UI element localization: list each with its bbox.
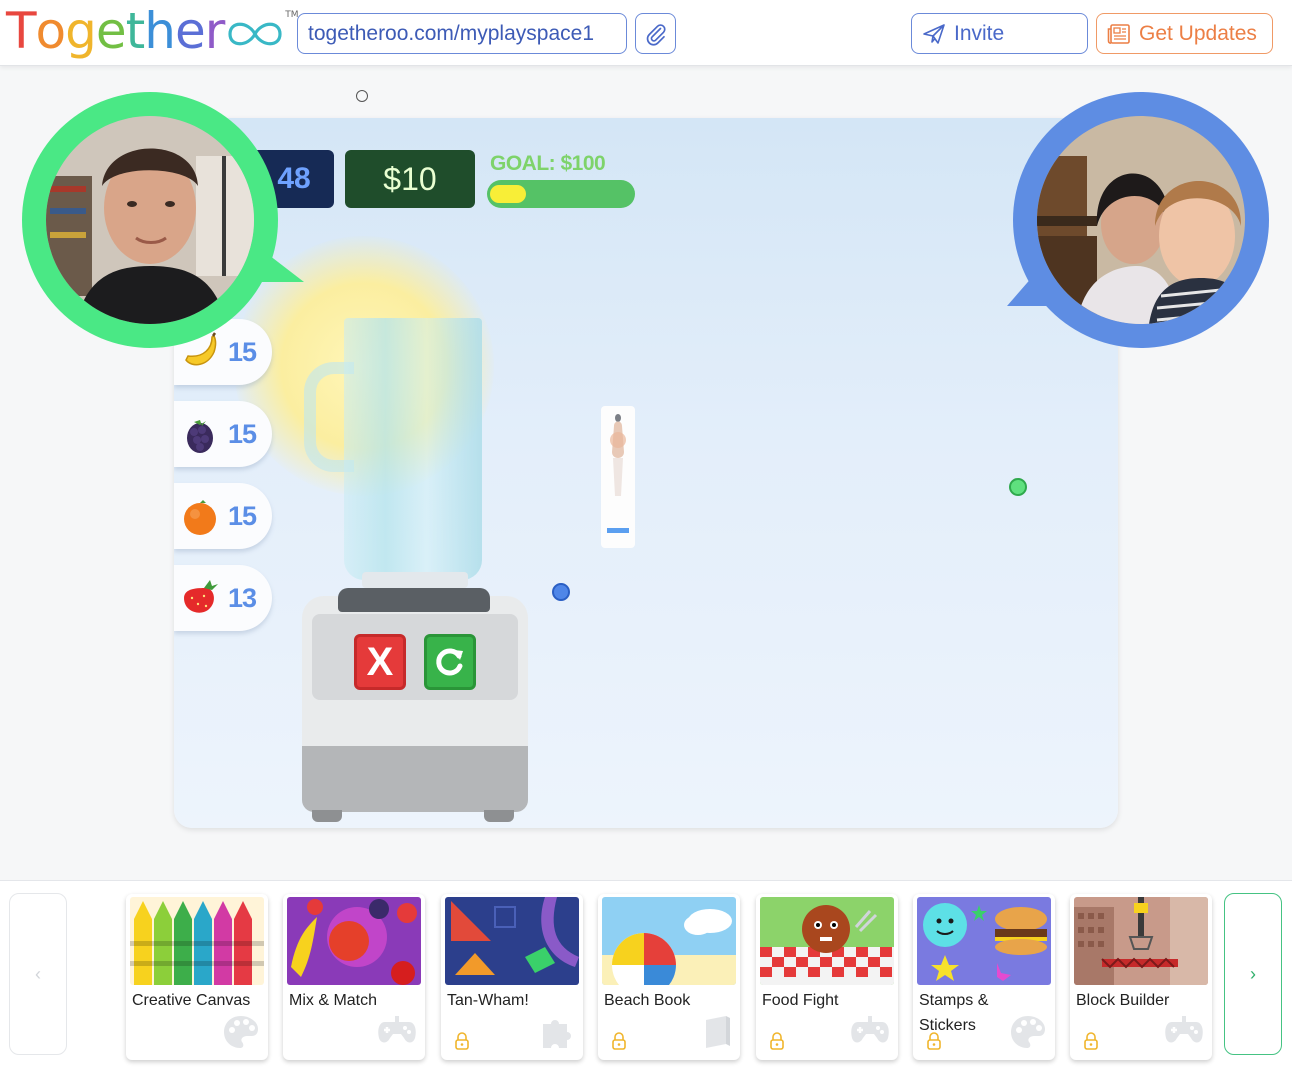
game-card-food-fight[interactable]: Food Fight <box>756 894 898 1060</box>
remote-video-bubble[interactable] <box>1007 92 1269 348</box>
palette-icon <box>222 1014 260 1055</box>
top-bar: T o g e t h e r TM togetheroo.com/myplay… <box>0 0 1292 66</box>
logo-letter: e <box>174 2 206 60</box>
fruit-bin-orange[interactable]: 15 <box>174 483 272 549</box>
orange-count: 15 <box>228 500 257 531</box>
game-thumbnail <box>130 897 264 985</box>
logo-letter: r <box>204 2 226 60</box>
copy-link-button[interactable] <box>635 13 676 54</box>
lock-icon <box>927 1032 941 1055</box>
logo-letter: e <box>95 2 127 60</box>
gamepad-icon <box>850 1014 890 1049</box>
blackberry-icon <box>178 412 222 456</box>
game-title: Block Builder <box>1076 992 1170 1009</box>
video-people-family-icon <box>1037 116 1245 324</box>
refresh-icon <box>436 648 463 676</box>
money-display: $10 <box>345 150 475 208</box>
game-card-beach-book[interactable]: Beach Book <box>598 894 740 1060</box>
get-updates-label: Get Updates <box>1139 21 1257 45</box>
video-person-adult-icon <box>46 116 254 324</box>
local-video-bubble[interactable] <box>22 92 304 348</box>
game-card-block-builder[interactable]: Block Builder <box>1070 894 1212 1060</box>
lock-icon <box>770 1032 784 1055</box>
logo-letter: g <box>65 2 97 60</box>
bubble-tail <box>252 242 304 282</box>
game-title: Beach Book <box>604 992 691 1009</box>
logo-letter: h <box>144 2 176 60</box>
banana-count: 15 <box>228 336 257 367</box>
strawberry-count: 13 <box>228 582 257 613</box>
lock-icon <box>612 1032 626 1055</box>
gamepad-icon <box>377 1014 417 1049</box>
lock-icon <box>455 1032 469 1055</box>
goal-progress-bar <box>487 180 635 208</box>
game-title: Creative Canvas <box>132 992 251 1009</box>
game-card-creative-canvas[interactable]: Creative Canvas <box>126 894 268 1060</box>
logo-letter: T <box>6 2 37 60</box>
score-value: 48 <box>277 162 311 195</box>
lock-icon <box>1084 1032 1098 1055</box>
playspace-url-field[interactable]: togetheroo.com/myplayspace1 <box>297 13 627 54</box>
game-thumbnail <box>445 897 579 985</box>
remote-video-feed <box>1037 116 1245 324</box>
cancel-blend-button[interactable]: X <box>354 634 406 690</box>
local-video-feed <box>46 116 254 324</box>
goal-label: GOAL: $100 <box>490 152 606 175</box>
blender-jar-rim <box>362 572 468 588</box>
customer-figure-icon <box>607 414 629 533</box>
game-card-tan-wham[interactable]: Tan-Wham! <box>441 894 583 1060</box>
remote-cursor-blue <box>552 583 570 601</box>
logo-letter: t <box>125 2 146 60</box>
orange-icon <box>178 494 222 538</box>
game-title: Food Fight <box>762 992 839 1009</box>
game-thumbnail <box>287 897 421 985</box>
strawberry-icon <box>178 576 222 620</box>
game-card-stamps-and-stickers[interactable]: Stamps & Stickers <box>913 894 1055 1060</box>
tray-previous-button[interactable]: ‹ <box>9 893 67 1055</box>
game-thumbnail <box>760 897 894 985</box>
chevron-left-icon: ‹ <box>35 963 41 984</box>
blender-control-panel <box>312 614 518 700</box>
game-title: Tan-Wham! <box>447 992 529 1009</box>
logo-infinity-icon <box>228 22 282 46</box>
paper-plane-icon <box>923 23 945 44</box>
remote-cursor-neutral <box>356 90 368 102</box>
invite-button[interactable]: Invite <box>911 13 1088 54</box>
goal-progress-fill <box>490 185 526 203</box>
blend-button[interactable] <box>424 634 476 690</box>
chevron-right-icon: › <box>1250 963 1256 984</box>
customer-card[interactable] <box>601 406 635 548</box>
tray-next-button[interactable]: › <box>1224 893 1282 1055</box>
blackberry-count: 15 <box>228 418 257 449</box>
money-value: $10 <box>383 160 437 197</box>
get-updates-button[interactable]: Get Updates <box>1096 13 1273 54</box>
game-card-mix-and-match[interactable]: Mix & Match <box>283 894 425 1060</box>
gamepad-icon <box>1164 1014 1204 1049</box>
invite-label: Invite <box>954 21 1005 45</box>
palette-icon <box>1009 1014 1047 1055</box>
logo-letter: o <box>35 2 67 60</box>
blender-bottom <box>302 746 528 812</box>
newspaper-icon <box>1107 23 1130 44</box>
book-icon <box>702 1014 732 1055</box>
game-thumbnail <box>602 897 736 985</box>
fruit-bin-blackberry[interactable]: 15 <box>174 401 272 467</box>
puzzle-icon <box>539 1014 575 1055</box>
blender-foot <box>312 810 342 822</box>
playspace-url-text: togetheroo.com/myplayspace1 <box>308 21 594 45</box>
game-title: Mix & Match <box>289 992 378 1009</box>
paperclip-icon <box>646 23 666 46</box>
bubble-tail <box>1007 260 1047 306</box>
game-thumbnail <box>1074 897 1208 985</box>
blender-jar[interactable] <box>344 318 482 580</box>
fruit-bin-strawberry[interactable]: 13 <box>174 565 272 631</box>
cancel-blend-label: X <box>366 639 394 684</box>
blender-collar <box>338 588 490 612</box>
game-thumbnail <box>917 897 1051 985</box>
blender-foot <box>484 810 514 822</box>
remote-cursor-green <box>1009 478 1027 496</box>
smoothie-game-canvas[interactable]: 48 $10 GOAL: $100 15 15 15 13 X <box>174 118 1118 828</box>
togetheroo-logo[interactable]: T o g e t h e r TM <box>6 0 299 64</box>
